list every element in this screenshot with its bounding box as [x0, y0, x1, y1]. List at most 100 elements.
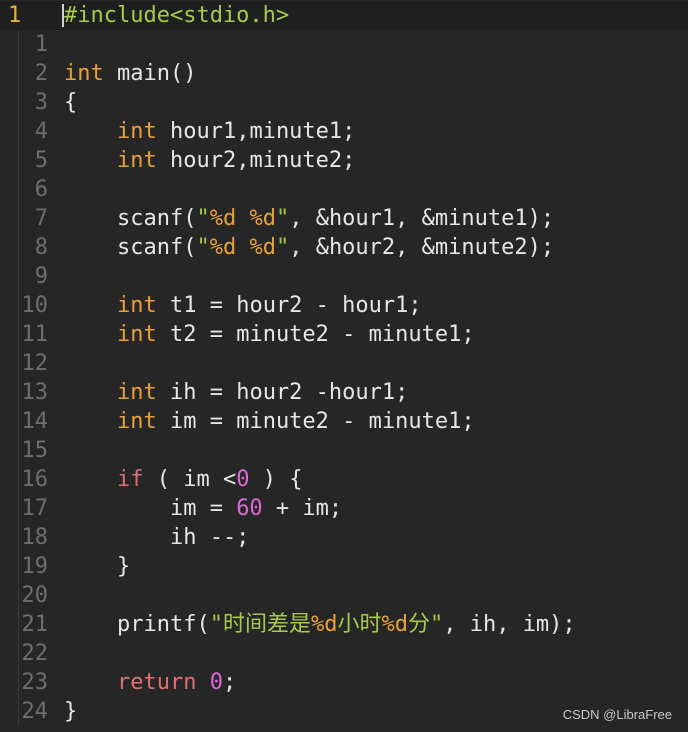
code-token: %d — [209, 206, 237, 231]
code-text[interactable]: if ( im <0 ) { — [64, 465, 302, 494]
code-text[interactable]: { — [64, 88, 77, 117]
code-token: } — [64, 554, 131, 579]
code-line[interactable]: 21 printf("时间差是%d小时%d分", ih, im); — [0, 610, 688, 639]
line-number: 1 — [34, 32, 48, 57]
code-line[interactable]: 16 if ( im <0 ) { — [0, 465, 688, 494]
code-line[interactable]: 10 int t1 = hour2 - hour1; — [0, 291, 688, 320]
code-token: ih --; — [64, 525, 250, 550]
code-line[interactable]: 5 int hour2,minute2; — [0, 146, 688, 175]
line-number: 14 — [21, 409, 49, 434]
code-line[interactable]: 23 return 0; — [0, 668, 688, 697]
code-token: , ih, im); — [443, 612, 576, 637]
code-token: ( im < — [143, 467, 237, 492]
code-token: { — [64, 90, 78, 115]
code-token: int — [116, 322, 157, 347]
code-token: 分" — [407, 612, 444, 637]
code-token: + im; — [262, 496, 343, 521]
csdn-watermark: CSDN @LibraFree — [562, 707, 672, 722]
code-token: t1 = hour2 - hour1; — [156, 293, 422, 318]
code-token: " — [275, 235, 290, 260]
code-text[interactable]: } — [64, 697, 77, 726]
line-number: 19 — [21, 554, 49, 579]
line-number: 1 — [8, 3, 22, 28]
code-line[interactable]: 6 — [0, 175, 688, 204]
code-line[interactable]: 3{ — [0, 88, 688, 117]
line-number: 2 — [34, 61, 48, 86]
code-token: , &hour1, &minute1); — [289, 206, 555, 231]
code-text[interactable]: } — [64, 552, 130, 581]
code-line[interactable]: 4 int hour1,minute1; — [0, 117, 688, 146]
line-number: 10 — [21, 293, 49, 318]
line-number: 4 — [34, 119, 48, 144]
code-line[interactable]: 22 — [0, 639, 688, 668]
code-text[interactable]: int t2 = minute2 - minute1; — [64, 320, 475, 349]
line-number: 5 — [34, 148, 48, 173]
code-token: int — [64, 61, 104, 86]
code-line[interactable]: 18 ih --; — [0, 523, 688, 552]
line-number: 15 — [21, 438, 49, 463]
code-text[interactable]: int hour2,minute2; — [64, 146, 355, 175]
code-token: if — [116, 467, 144, 492]
code-text[interactable]: ih --; — [64, 523, 249, 552]
code-token: 0 — [209, 670, 223, 695]
code-token: int — [116, 119, 157, 144]
code-text[interactable]: scanf("%d %d", &hour1, &minute1); — [64, 204, 554, 233]
line-number: 17 — [21, 496, 49, 521]
code-token: hour2,minute2; — [156, 148, 356, 173]
code-token: %d — [209, 235, 237, 260]
code-token: 60 — [236, 496, 263, 521]
code-line[interactable]: 20 — [0, 581, 688, 610]
code-token: ) { — [249, 467, 303, 492]
code-token: 0 — [236, 467, 250, 492]
code-text[interactable]: int ih = hour2 -hour1; — [64, 378, 408, 407]
line-number: 12 — [21, 351, 49, 376]
code-line[interactable]: 13 int ih = hour2 -hour1; — [0, 378, 688, 407]
code-text[interactable]: int main() — [64, 59, 196, 88]
code-token: #include<stdio.h> — [64, 3, 290, 28]
line-number: 11 — [21, 322, 49, 347]
code-line[interactable]: 9 — [0, 262, 688, 291]
code-token: main() — [103, 61, 197, 86]
code-line[interactable]: 11 int t2 = minute2 - minute1; — [0, 320, 688, 349]
code-token: %d — [381, 612, 408, 637]
code-text[interactable]: scanf("%d %d", &hour2, &minute2); — [64, 233, 554, 262]
code-token: int — [116, 293, 157, 318]
code-text[interactable]: int t1 = hour2 - hour1; — [64, 291, 422, 320]
code-token: scanf( — [64, 206, 197, 231]
line-number: 7 — [34, 206, 48, 231]
line-number: 18 — [21, 525, 49, 550]
code-text[interactable]: printf("时间差是%d小时%d分", ih, im); — [64, 610, 576, 639]
code-line[interactable]: 12 — [0, 349, 688, 378]
code-line[interactable]: 2 int main() — [0, 59, 688, 88]
code-text[interactable]: return 0; — [64, 668, 236, 697]
code-line[interactable]: 14 int im = minute2 - minute1; — [0, 407, 688, 436]
line-number: 16 — [21, 467, 49, 492]
code-editor[interactable]: 1 #include<stdio.h> 1 2 int main() 3{4 int ho… — [0, 0, 688, 732]
code-token: scanf( — [64, 235, 197, 260]
code-text[interactable]: int hour1,minute1; — [64, 117, 355, 146]
code-line[interactable]: 15 — [0, 436, 688, 465]
code-line[interactable]: 17 im = 60 + im; — [0, 494, 688, 523]
code-token: im = minute2 - minute1; — [156, 409, 475, 434]
code-token: printf( — [64, 612, 210, 637]
code-text[interactable]: im = 60 + im; — [64, 494, 342, 523]
code-token: %d — [249, 206, 276, 231]
code-text[interactable]: int im = minute2 - minute1; — [64, 407, 475, 436]
code-token: } — [64, 699, 78, 724]
code-text[interactable]: #include<stdio.h> — [64, 1, 289, 30]
code-line[interactable]: 1 — [0, 30, 688, 59]
code-line[interactable]: 1 #include<stdio.h> — [0, 1, 688, 30]
text-cursor — [62, 4, 64, 27]
code-line[interactable]: 7 scanf("%d %d", &hour1, &minute1); — [0, 204, 688, 233]
gutter-guide — [18, 30, 19, 726]
code-line[interactable]: 8 scanf("%d %d", &hour2, &minute2); — [0, 233, 688, 262]
code-token: " — [196, 206, 210, 231]
code-line[interactable]: 19 } — [0, 552, 688, 581]
